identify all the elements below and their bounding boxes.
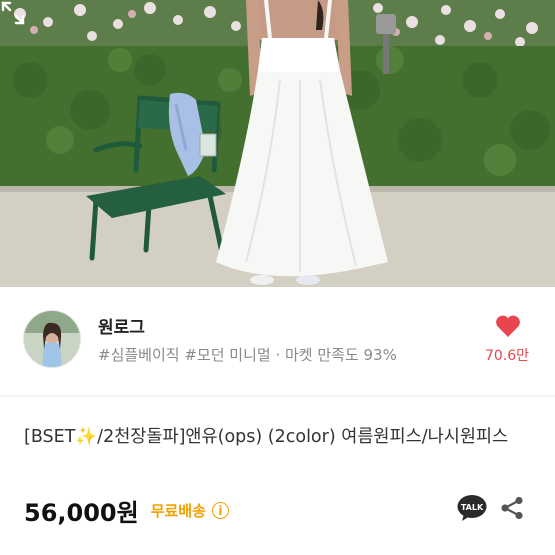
product-price: 56,000원 <box>24 498 139 527</box>
shop-info[interactable]: 원로그 #심플베이직 #모던 미니멀 · 마켓 만족도 93% 70.6만 <box>0 287 555 395</box>
price-row: 56,000원 무료배송 i <box>24 494 229 527</box>
info-icon[interactable]: i <box>211 501 229 519</box>
shop-tags: #심플베이직 #모던 미니멀 · 마켓 만족도 93% <box>98 346 397 364</box>
kakaotalk-icon[interactable]: TALK <box>457 494 487 522</box>
shop-avatar[interactable] <box>23 310 81 368</box>
kakaotalk-label: TALK <box>461 503 484 512</box>
shop-name[interactable]: 원로그 <box>98 313 145 338</box>
product-title: [BSET✨/2천장돌파]앤유(ops) (2color) 여름원피스/나시원피… <box>24 427 509 447</box>
avatar-photo <box>24 311 80 367</box>
product-image[interactable] <box>0 0 555 287</box>
product-photo-illustration <box>0 0 555 287</box>
expand-icon[interactable] <box>0 0 26 26</box>
free-shipping-badge: 무료배송 <box>150 501 206 520</box>
share-icon[interactable] <box>500 496 524 520</box>
section-divider <box>0 395 555 397</box>
heart-icon[interactable] <box>495 314 521 338</box>
like-count: 70.6만 <box>484 348 529 364</box>
